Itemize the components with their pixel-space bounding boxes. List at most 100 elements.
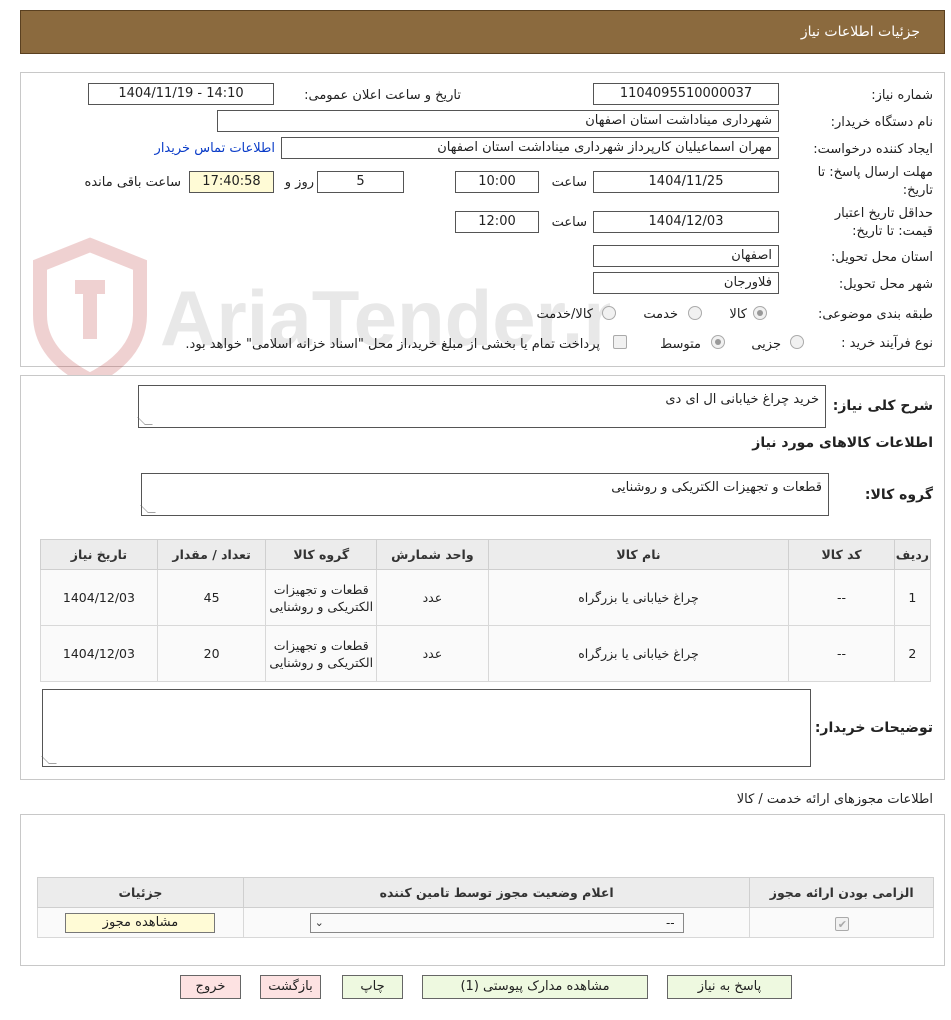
col-header-unit: واحد شمارش — [376, 539, 489, 570]
deadline-time-word: ساعت — [551, 175, 587, 190]
goods-group-text: قطعات و تجهیزات الکتریکی و روشنایی — [611, 480, 822, 495]
city-label: شهر محل تحویل: — [838, 277, 933, 292]
cell-row-number: 2 — [893, 625, 932, 682]
validity-date-field: 1404/12/03 — [593, 211, 779, 233]
cell-name: چراغ خیابانی یا بزرگراه — [487, 569, 790, 626]
permits-table-header: الزامی بودن ارائه مجوز اعلام وضعیت مجوز … — [37, 877, 934, 908]
cell-code: -- — [788, 569, 895, 626]
treasury-checkbox[interactable] — [613, 335, 627, 349]
days-field: 5 — [317, 171, 404, 193]
cell-group: قطعات و تجهیزات الکتریکی و روشنایی — [265, 569, 378, 626]
chevron-down-icon: ⌄ — [314, 915, 324, 929]
col-header-permit-details: جزئیات — [37, 877, 244, 908]
province-label: استان محل تحویل: — [831, 250, 933, 265]
watermark-logo: AriaTender.neT — [33, 237, 610, 385]
remaining-word: ساعت باقی مانده — [84, 175, 181, 190]
validity-time-word: ساعت — [551, 215, 587, 230]
province-field: اصفهان — [593, 245, 779, 267]
resize-grip-icon[interactable] — [140, 505, 156, 513]
creator-field: مهران اسماعیلیان کارپرداز شهرداری مینادا… — [281, 137, 779, 159]
exit-button[interactable]: خروج — [180, 975, 241, 999]
process-option-minor: جزیی — [751, 337, 781, 352]
process-radio-minor[interactable] — [790, 335, 804, 349]
category-label: طبقه بندی موضوعی: — [817, 307, 933, 322]
goods-section-title: اطلاعات کالاهای مورد نیاز — [752, 435, 933, 451]
cell-group: قطعات و تجهیزات الکتریکی و روشنایی — [265, 625, 378, 682]
announce-label: تاریخ و ساعت اعلان عمومی: — [304, 88, 461, 103]
process-option-medium: متوسط — [660, 337, 701, 352]
goods-table-header: ردیف کد کالا نام کالا واحد شمارش گروه کا… — [40, 539, 932, 570]
announce-field: 1404/11/19 - 14:10 — [88, 83, 274, 105]
print-button[interactable]: چاپ — [342, 975, 403, 999]
days-word: روز و — [284, 175, 314, 190]
permit-status-value: -- — [665, 915, 675, 930]
buyer-notes-textarea[interactable] — [41, 689, 811, 767]
page-title: جزئیات اطلاعات نیاز — [800, 24, 920, 40]
buyer-notes-label: توضیحات خریدار: — [814, 720, 933, 736]
goods-group-textarea[interactable]: قطعات و تجهیزات الکتریکی و روشنایی — [140, 473, 829, 516]
city-field: فلاورجان — [593, 272, 779, 294]
need-number-label: شماره نیاز: — [871, 88, 933, 103]
goods-group-label: گروه کالا: — [864, 487, 933, 503]
process-label: نوع فرآیند خرید : — [841, 336, 933, 351]
category-option-service: خدمت — [643, 307, 678, 322]
creator-label: ایجاد کننده درخواست: — [813, 142, 933, 157]
category-option-goods: کالا — [729, 307, 747, 322]
col-header-name: نام کالا — [487, 539, 790, 570]
col-header-date: تاریخ نیاز — [40, 539, 158, 570]
deadline-date-field: 1404/11/25 — [593, 171, 779, 193]
deadline-label-2: تاریخ: — [902, 183, 933, 198]
view-permit-button[interactable]: مشاهده مجوز — [65, 912, 216, 933]
resize-grip-icon[interactable] — [41, 756, 57, 764]
remaining-time-field: 17:40:58 — [189, 171, 274, 193]
description-textarea[interactable]: خرید چراغ خیابانی ال ای دی — [137, 385, 826, 428]
buyer-field: شهرداری میناداشت استان اصفهان — [217, 110, 779, 132]
table-row: ✔ -- ⌄ مشاهده مجوز — [37, 907, 934, 938]
process-radio-medium[interactable] — [711, 335, 725, 349]
col-header-qty: تعداد / مقدار — [156, 539, 267, 570]
permits-title: اطلاعات مجوزهای ارائه خدمت / کالا — [736, 792, 933, 807]
validity-time-field: 12:00 — [455, 211, 539, 233]
col-header-row-number: ردیف — [893, 539, 932, 570]
description-text: خرید چراغ خیابانی ال ای دی — [665, 392, 819, 407]
deadline-label-1: مهلت ارسال پاسخ: تا — [817, 165, 933, 180]
need-number-field: 1104095510000037 — [593, 83, 779, 105]
cell-qty: 45 — [156, 569, 267, 626]
cell-unit: عدد — [376, 569, 489, 626]
category-radio-goods-service[interactable] — [602, 306, 616, 320]
description-label: شرح کلی نیاز: — [832, 398, 933, 414]
col-header-permit-required: الزامی بودن ارائه مجوز — [749, 877, 934, 908]
cell-qty: 20 — [156, 625, 267, 682]
table-row: 2 -- چراغ خیابانی یا بزرگراه عدد قطعات و… — [40, 625, 932, 682]
buyer-label: نام دستگاه خریدار: — [830, 115, 933, 130]
permit-required-checkbox[interactable]: ✔ — [834, 916, 849, 931]
cell-date: 1404/12/03 — [40, 625, 158, 682]
category-radio-goods[interactable] — [753, 306, 767, 320]
reply-button[interactable]: پاسخ به نیاز — [667, 975, 792, 999]
cell-permit-required: ✔ — [749, 907, 934, 938]
validity-label-2: قیمت: تا تاریخ: — [852, 224, 933, 239]
permit-status-select[interactable]: -- ⌄ — [309, 912, 684, 933]
buyer-contact-link[interactable]: اطلاعات تماس خریدار — [155, 141, 275, 156]
check-icon: ✔ — [837, 917, 847, 931]
cell-name: چراغ خیابانی یا بزرگراه — [487, 625, 790, 682]
deadline-time-field: 10:00 — [455, 171, 539, 193]
treasury-payment-note: پرداخت تمام یا بخشی از مبلغ خرید،از محل … — [185, 337, 600, 352]
goods-table: ردیف کد کالا نام کالا واحد شمارش گروه کا… — [40, 539, 932, 682]
cell-row-number: 1 — [893, 569, 932, 626]
table-row: 1 -- چراغ خیابانی یا بزرگراه عدد قطعات و… — [40, 569, 932, 626]
attachments-button[interactable]: مشاهده مدارک پیوستی (1) — [422, 975, 648, 999]
cell-date: 1404/12/03 — [40, 569, 158, 626]
validity-label-1: حداقل تاریخ اعتبار — [834, 206, 933, 221]
category-radio-service[interactable] — [688, 306, 702, 320]
cell-code: -- — [788, 625, 895, 682]
permits-table: الزامی بودن ارائه مجوز اعلام وضعیت مجوز … — [37, 877, 934, 938]
resize-grip-icon[interactable] — [137, 417, 153, 425]
page-title-bar: جزئیات اطلاعات نیاز — [20, 10, 945, 54]
cell-unit: عدد — [376, 625, 489, 682]
col-header-permit-status: اعلام وضعیت مجوز توسط تامین کننده — [242, 877, 751, 908]
category-option-goods-service: کالا/خدمت — [536, 307, 593, 322]
back-button[interactable]: بازگشت — [260, 975, 321, 999]
cell-permit-status: -- ⌄ — [242, 907, 751, 938]
col-header-code: کد کالا — [788, 539, 895, 570]
